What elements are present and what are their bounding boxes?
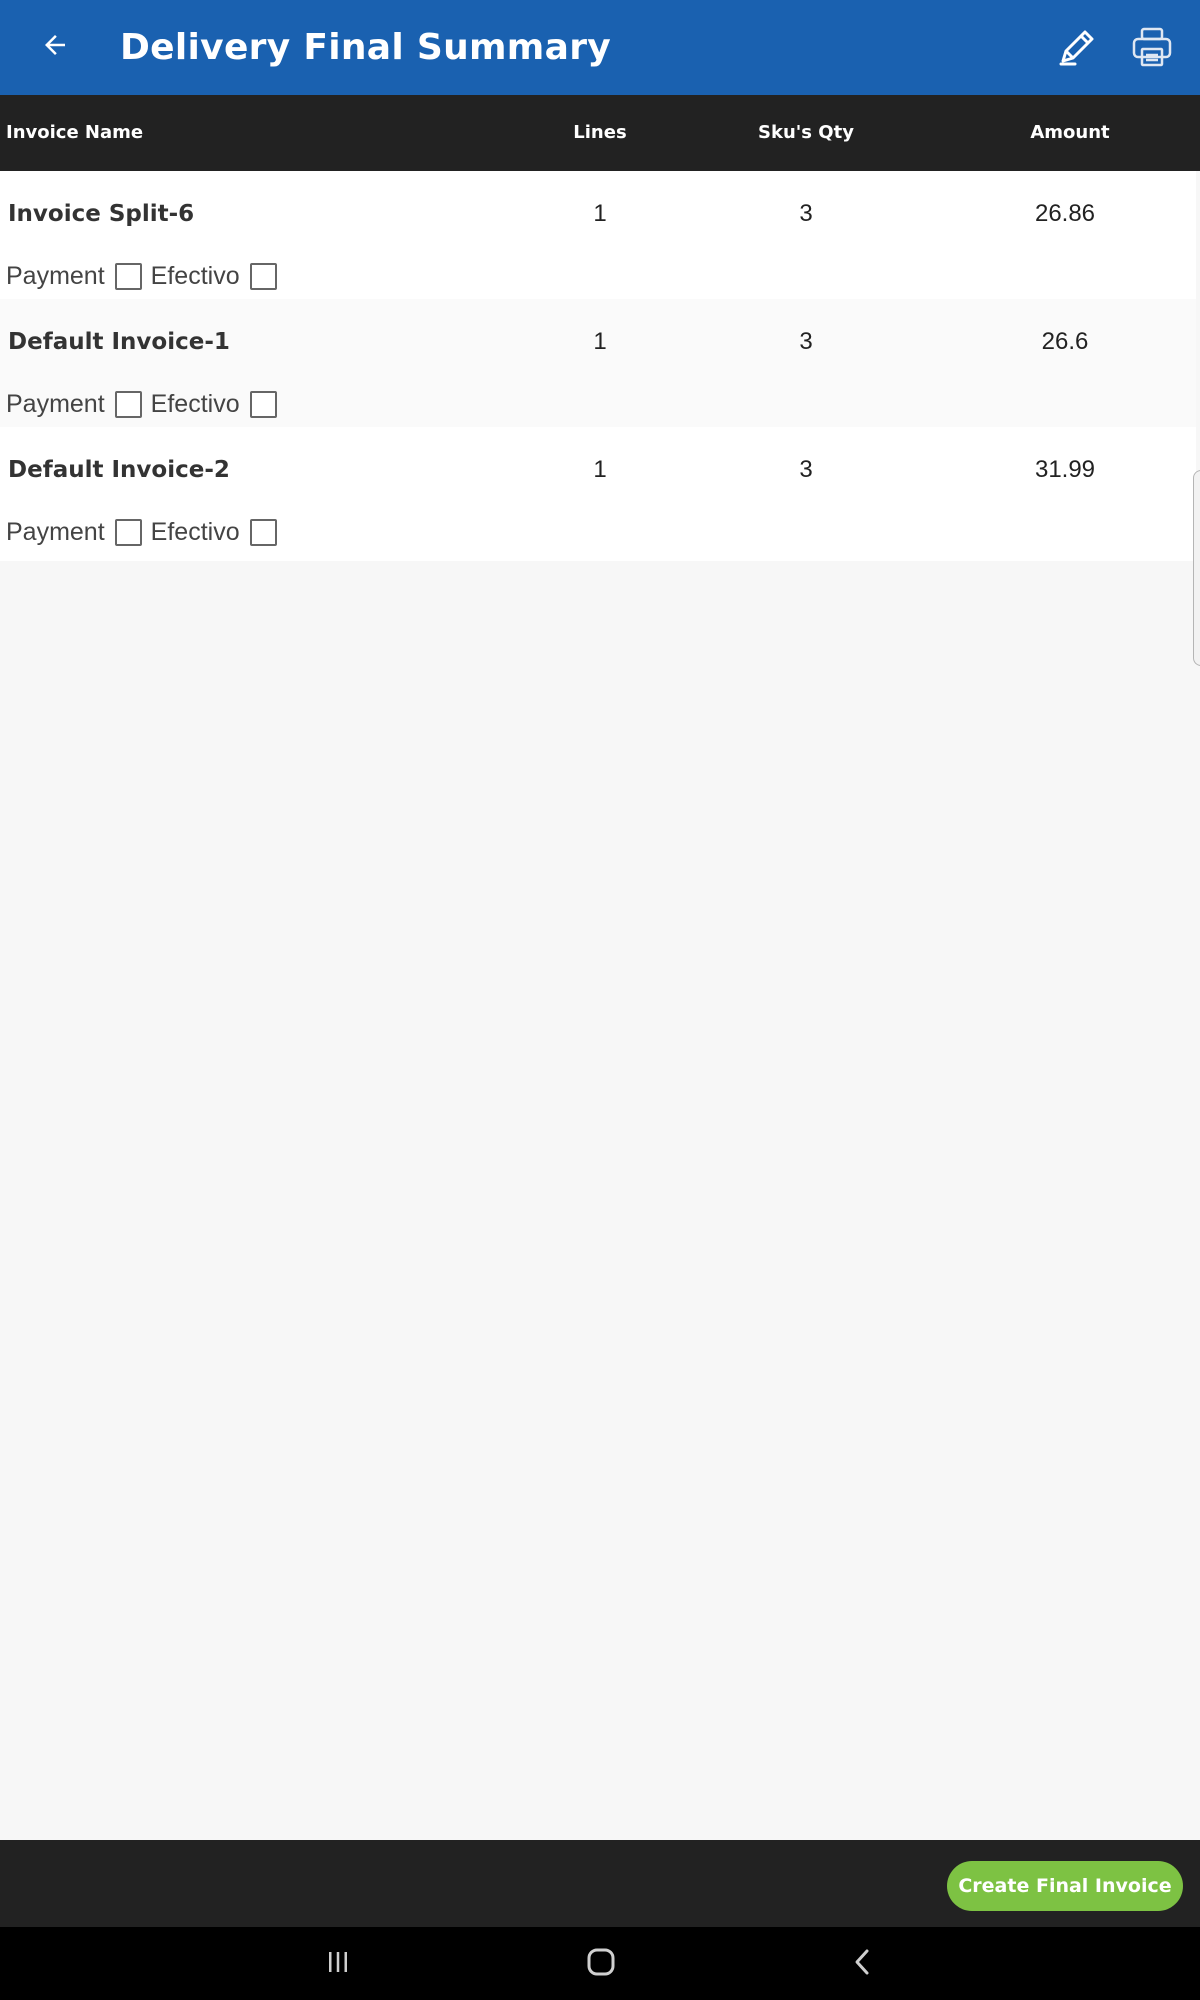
- arrow-back-icon: [40, 30, 70, 65]
- payment-checkbox[interactable]: [114, 390, 142, 418]
- invoice-lines: 1: [593, 200, 607, 227]
- print-button[interactable]: [1125, 22, 1179, 76]
- app-bar: Delivery Final Summary: [0, 0, 1200, 95]
- invoice-skus-qty: 3: [799, 328, 813, 355]
- printer-icon: [1130, 25, 1174, 74]
- recents-button[interactable]: [308, 1939, 368, 1989]
- column-header-lines: Lines: [573, 122, 627, 143]
- create-final-invoice-button[interactable]: Create Final Invoice: [947, 1861, 1183, 1911]
- payment-options: Payment Efectivo: [6, 385, 286, 423]
- efectivo-checkbox[interactable]: [249, 518, 277, 546]
- table-row[interactable]: Invoice Split-6 1 3 26.86 Payment Efecti…: [0, 171, 1196, 299]
- pencil-icon: [1055, 25, 1099, 74]
- invoice-lines: 1: [593, 328, 607, 355]
- payment-options: Payment Efectivo: [6, 257, 286, 295]
- payment-checkbox[interactable]: [114, 518, 142, 546]
- nav-back-button[interactable]: [833, 1939, 893, 1989]
- column-header-amount: Amount: [1030, 122, 1110, 143]
- invoice-amount: 26.86: [1034, 200, 1096, 227]
- table-row[interactable]: Default Invoice-2 1 3 31.99 Payment Efec…: [0, 427, 1196, 561]
- invoice-amount: 26.6: [1041, 328, 1089, 355]
- back-button[interactable]: [30, 22, 80, 72]
- invoice-amount: 31.99: [1034, 456, 1096, 483]
- efectivo-label: Efectivo: [150, 517, 240, 546]
- edge-panel-handle[interactable]: [1193, 470, 1200, 666]
- payment-label: Payment: [6, 517, 105, 546]
- home-button[interactable]: [571, 1939, 631, 1989]
- recents-icon: [323, 1947, 353, 1982]
- efectivo-checkbox[interactable]: [249, 390, 277, 418]
- nav-back-icon: [848, 1947, 878, 1982]
- payment-label: Payment: [6, 261, 105, 290]
- invoice-lines: 1: [593, 456, 607, 483]
- table-header: Invoice Name Lines Sku's Qty Amount: [0, 95, 1200, 171]
- payment-label: Payment: [6, 389, 105, 418]
- table-row[interactable]: Default Invoice-1 1 3 26.6 Payment Efect…: [0, 299, 1196, 427]
- column-header-invoice-name: Invoice Name: [6, 122, 144, 143]
- home-icon: [585, 1946, 617, 1983]
- bottom-action-bar: Create Final Invoice: [0, 1840, 1200, 1927]
- column-header-skus-qty: Sku's Qty: [758, 122, 854, 143]
- efectivo-label: Efectivo: [150, 261, 240, 290]
- invoice-skus-qty: 3: [799, 456, 813, 483]
- payment-checkbox[interactable]: [114, 262, 142, 290]
- invoice-list: Invoice Split-6 1 3 26.86 Payment Efecti…: [0, 171, 1196, 561]
- efectivo-checkbox[interactable]: [249, 262, 277, 290]
- page-title: Delivery Final Summary: [120, 27, 612, 68]
- payment-options: Payment Efectivo: [6, 513, 286, 551]
- invoice-name: Default Invoice-2: [8, 457, 230, 483]
- invoice-skus-qty: 3: [799, 200, 813, 227]
- invoice-name: Invoice Split-6: [8, 201, 195, 227]
- system-nav-bar: [0, 1927, 1200, 2000]
- edit-button[interactable]: [1050, 22, 1104, 76]
- efectivo-label: Efectivo: [150, 389, 240, 418]
- invoice-name: Default Invoice-1: [8, 329, 230, 355]
